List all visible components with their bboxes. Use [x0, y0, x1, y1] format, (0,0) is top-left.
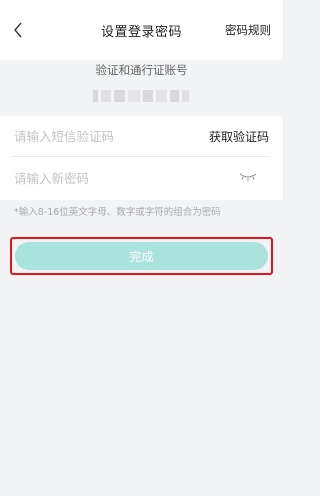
password-hint: *输入8-16位英文字母、数字或字符的组合为密码	[14, 207, 221, 218]
page-title: 设置登录密码	[100, 24, 182, 40]
submit-button[interactable]: 完成	[15, 242, 268, 270]
back-button[interactable]	[8, 20, 28, 40]
account-label: 验证和通行证账号	[95, 63, 188, 77]
password-form: 获取验证码	[0, 116, 283, 200]
password-row	[0, 158, 283, 198]
chevron-left-icon	[14, 22, 22, 38]
masked-account-number	[93, 90, 189, 102]
get-code-button[interactable]: 获取验证码	[209, 128, 269, 145]
submit-highlight: 完成	[10, 237, 273, 275]
sms-code-input[interactable]	[14, 124, 184, 148]
eye-closed-icon[interactable]	[239, 172, 257, 182]
password-rules-link[interactable]: 密码规则	[225, 22, 271, 38]
new-password-input[interactable]	[14, 166, 184, 190]
account-section: 验证和通行证账号	[0, 60, 283, 112]
divider	[12, 156, 271, 157]
nav-bar: 设置登录密码 密码规则	[0, 0, 283, 60]
code-row: 获取验证码	[0, 116, 283, 156]
